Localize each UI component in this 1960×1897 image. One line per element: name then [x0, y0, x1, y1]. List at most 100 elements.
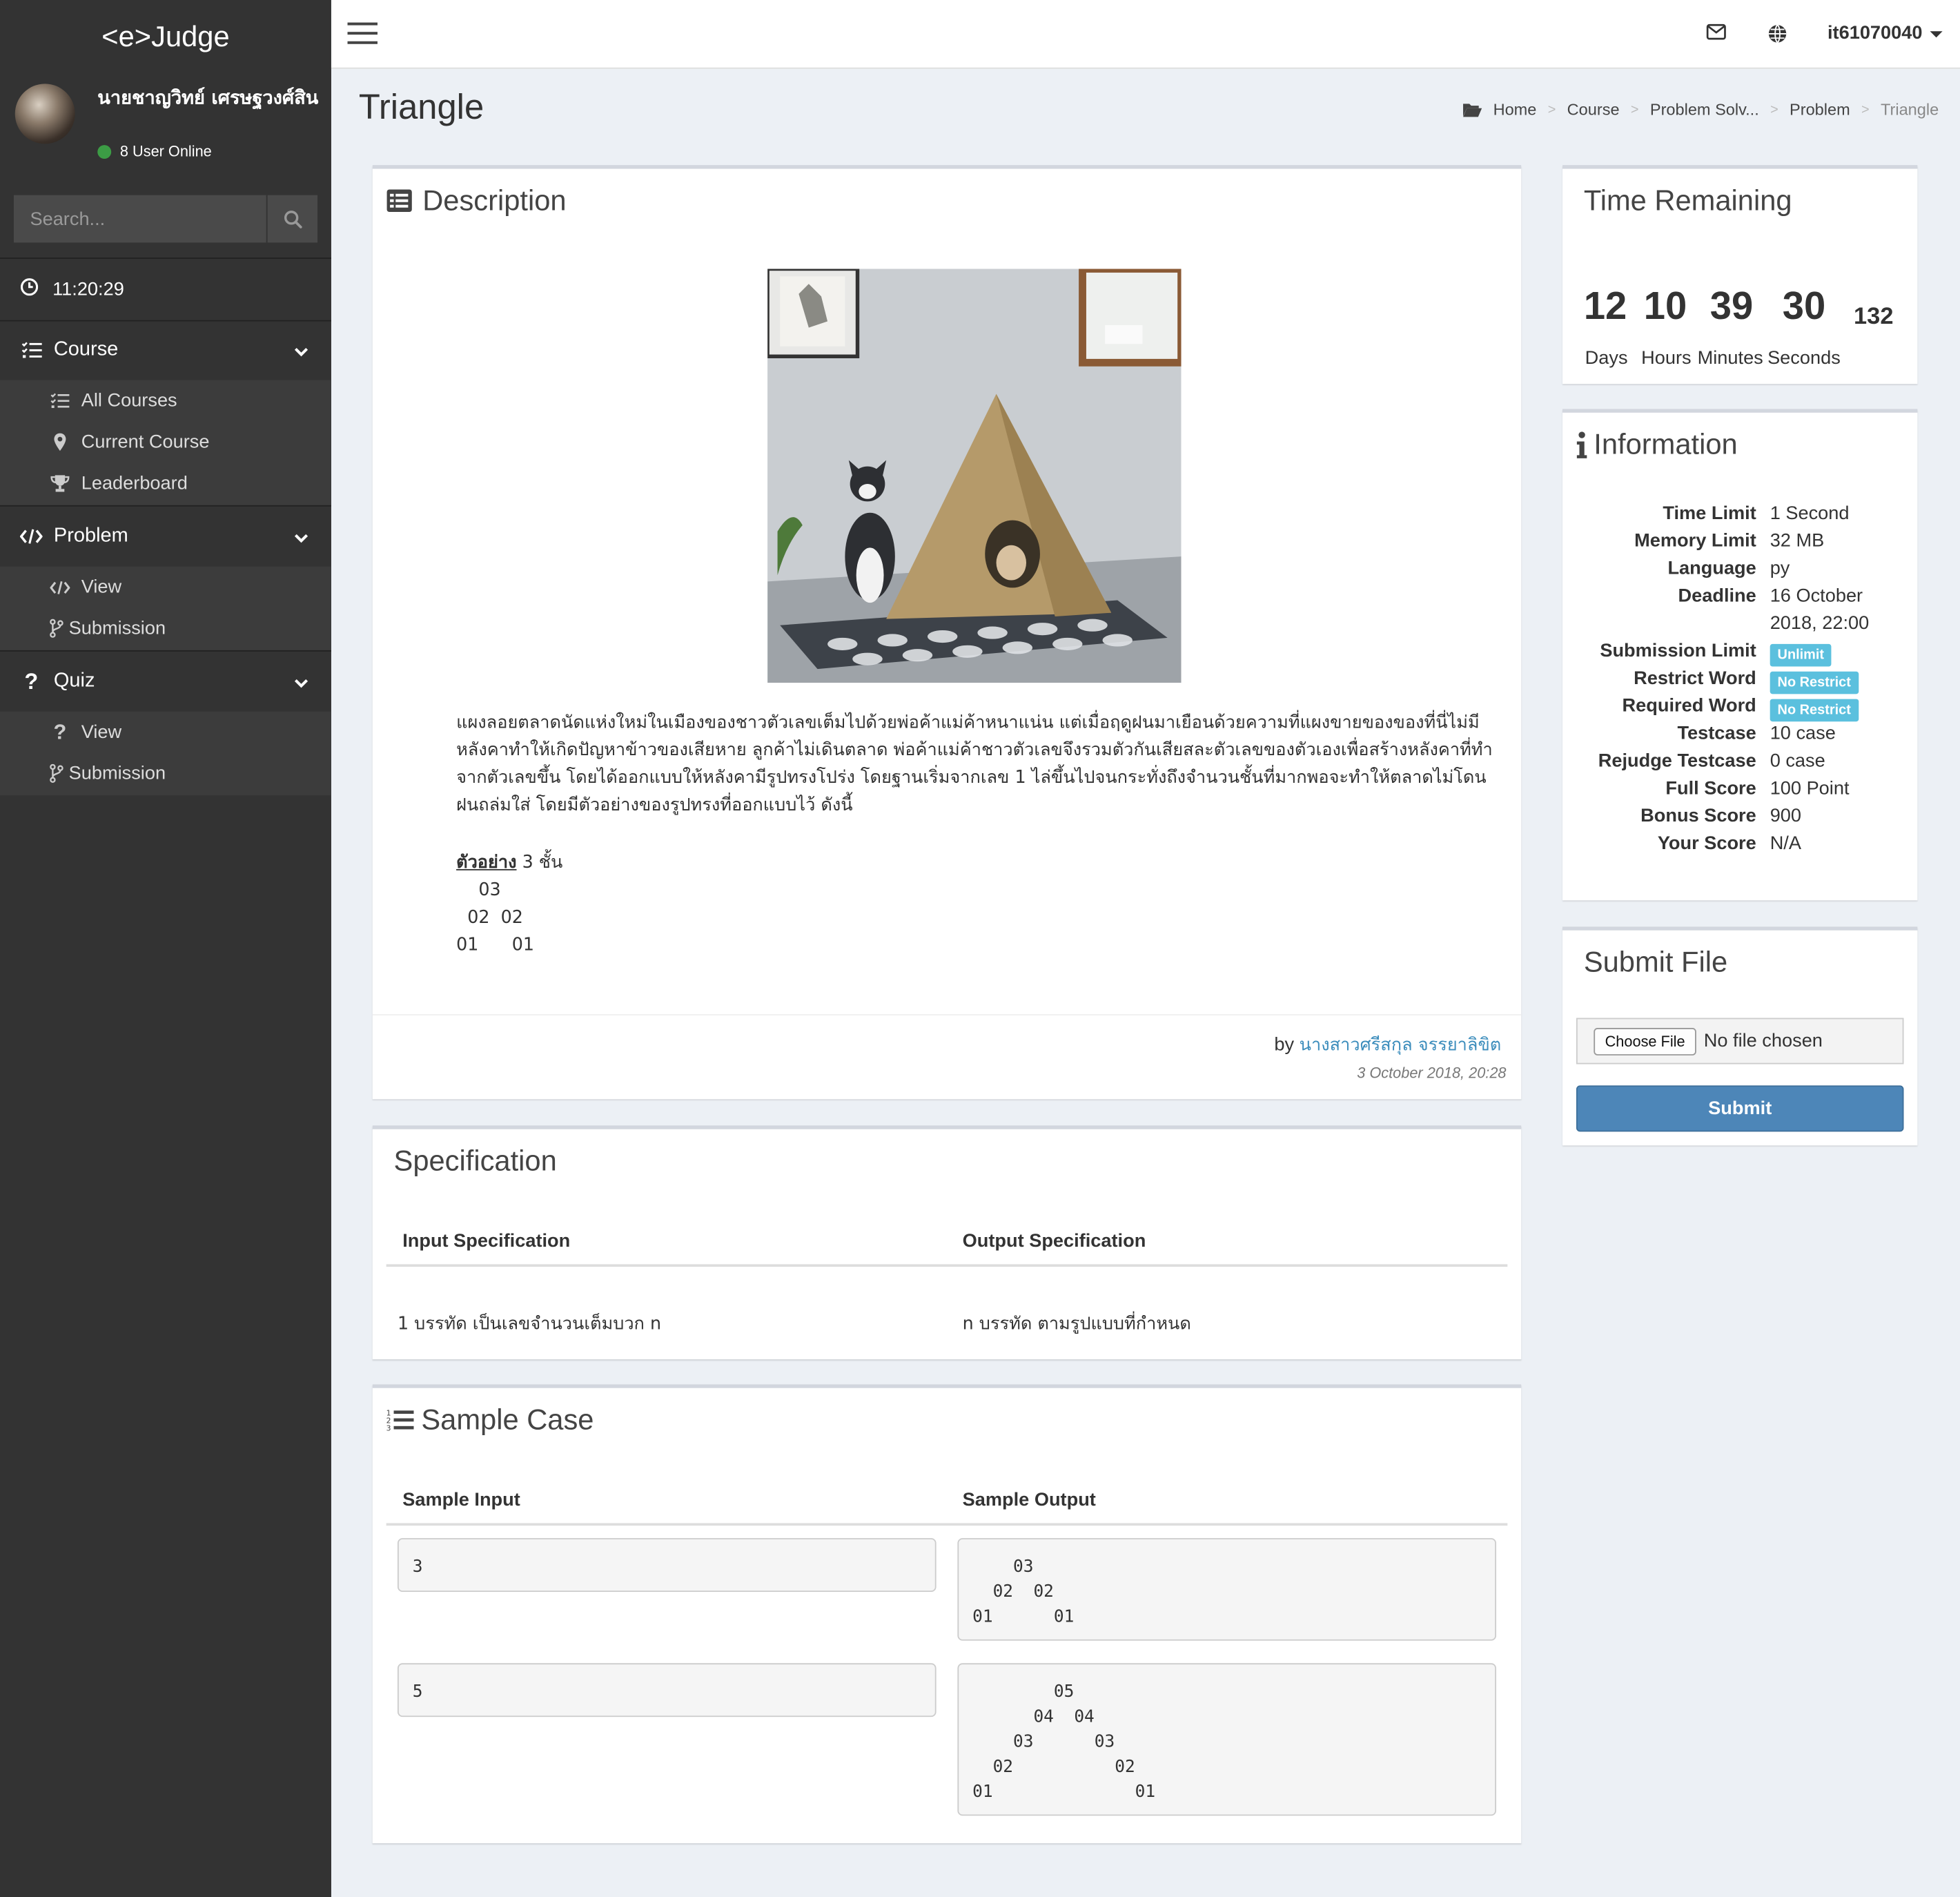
- caret-down-icon: [1930, 30, 1943, 37]
- info-row-rejudge-testcase: Rejudge Testcase 0 case: [1562, 750, 1917, 778]
- breadcrumb-separator: >: [1770, 101, 1778, 117]
- input-spec-header: Input Specification: [402, 1230, 571, 1252]
- sidebar-item-problem-submission[interactable]: Submission: [0, 607, 331, 649]
- submit-file-box: Submit File Choose File No file chosen S…: [1562, 926, 1918, 1146]
- info-key: Memory Limit: [1634, 530, 1756, 552]
- output-spec-header: Output Specification: [962, 1230, 1146, 1252]
- sidebar-item-label: Submission: [68, 762, 166, 784]
- sample-output-header: Sample Output: [962, 1489, 1096, 1511]
- globe-icon[interactable]: [1767, 23, 1787, 50]
- page-title: Triangle: [358, 87, 484, 126]
- file-input[interactable]: Choose File No file chosen: [1576, 1018, 1904, 1064]
- quiz-submenu: ? View Submission: [0, 711, 331, 796]
- sidebar-item-current-course[interactable]: Current Course: [0, 421, 331, 463]
- example-block: ตัวอย่าง 3 ชั้น 03 02 02 01 01: [456, 849, 562, 959]
- search-input[interactable]: [13, 195, 266, 243]
- avatar: [14, 84, 75, 144]
- course-submenu: All Courses Current Course Leaderboard: [0, 380, 331, 505]
- information-box: Information Time Limit 1 Second Memory Li…: [1562, 409, 1918, 901]
- user-menu[interactable]: it61070040: [1827, 23, 1943, 43]
- code-icon: [50, 578, 70, 596]
- sample-input-header: Sample Input: [402, 1489, 520, 1511]
- countdown-hours: 10: [1643, 284, 1687, 328]
- question-icon: ?: [24, 668, 39, 694]
- by-label: by: [1274, 1034, 1295, 1055]
- breadcrumb-separator: >: [1630, 101, 1639, 117]
- label-hours: Hours: [1641, 347, 1692, 369]
- submit-file-title: Submit File: [1583, 945, 1728, 978]
- info-key: Language: [1667, 557, 1756, 579]
- example-suffix: 3 ชั้น: [516, 853, 563, 873]
- sample-input-1[interactable]: 3: [397, 1538, 937, 1593]
- sidebar-item-label: Submission: [68, 617, 166, 639]
- online-status: 8 User Online: [97, 143, 212, 160]
- sample-output-1[interactable]: 03 02 02 01 01: [957, 1538, 1497, 1641]
- info-row-time-limit: Time Limit 1 Second: [1562, 503, 1917, 530]
- breadcrumb-course[interactable]: Course: [1567, 100, 1620, 119]
- table-header-divider: [386, 1523, 1508, 1526]
- problem-image: [767, 269, 1182, 683]
- breadcrumb-current: Triangle: [1881, 99, 1939, 119]
- label-minutes: Minutes: [1697, 347, 1763, 369]
- sidebar-item-problem-view[interactable]: View: [0, 567, 331, 608]
- info-row-deadline: Deadline 16 October: [1562, 585, 1917, 613]
- sidebar-menu-course[interactable]: Course: [0, 320, 331, 380]
- breadcrumb-problem-solving[interactable]: Problem Solv...: [1650, 100, 1759, 119]
- sidebar-item-leaderboard[interactable]: Leaderboard: [0, 463, 331, 504]
- submit-button[interactable]: Submit: [1576, 1085, 1904, 1132]
- info-key: Bonus Score: [1640, 805, 1756, 827]
- info-value: 1 Second: [1770, 503, 1850, 525]
- sample-input-2[interactable]: 5: [397, 1663, 937, 1718]
- info-row-deadline-cont: 2018, 22:00: [1562, 613, 1917, 641]
- breadcrumb-separator: >: [1861, 101, 1870, 117]
- breadcrumb: Home > Course > Problem Solv... > Proble…: [1462, 100, 1939, 119]
- code-fork-icon: [48, 619, 65, 638]
- info-value: 16 October: [1770, 585, 1863, 607]
- author-line: by นางสาวศรีสกุล จรรยาลิขิต: [1274, 1031, 1501, 1059]
- specification-box: Specification Input Specification Output…: [372, 1125, 1522, 1360]
- example-line: 02 02: [456, 908, 523, 928]
- sidebar-item-quiz-view[interactable]: ? View: [0, 712, 331, 753]
- information-title: Information: [1594, 427, 1738, 460]
- post-date: 3 October 2018, 20:28: [1357, 1064, 1507, 1082]
- sample-output-2[interactable]: 05 04 04 03 03 02 02 01 01: [957, 1663, 1497, 1816]
- info-key: Required Word: [1622, 695, 1756, 717]
- info-key: Submission Limit: [1600, 640, 1756, 662]
- description-box: Description แผงลอยตลาดนัดแห่งใหม่ในเมือง…: [372, 165, 1522, 1100]
- description-footer: by นางสาวศรีสกุล จรรยาลิขิต 3 October 20…: [372, 1014, 1522, 1100]
- map-marker-icon: [50, 433, 70, 451]
- countdown-days: 12: [1583, 284, 1627, 328]
- info-value: 2018, 22:00: [1770, 612, 1870, 634]
- info-key: Your Score: [1657, 833, 1756, 855]
- sidebar-item-quiz-submission[interactable]: Submission: [0, 753, 331, 795]
- search-button[interactable]: [266, 195, 318, 243]
- info-row-required-word: Required Word No Restrict: [1562, 695, 1917, 723]
- user-name: นายชาญวิทย์ เศรษฐวงศ์สิน: [97, 86, 319, 109]
- author-link[interactable]: นางสาวศรีสกุล จรรยาลิขิต: [1300, 1035, 1502, 1055]
- input-spec-text: 1 บรรทัด เป็นเลขจำนวนเต็มบวก n: [397, 1314, 662, 1334]
- info-key: Time Limit: [1663, 503, 1756, 525]
- label-seconds: Seconds: [1767, 347, 1841, 369]
- menu-toggle-icon[interactable]: [347, 21, 378, 51]
- info-key: Testcase: [1677, 723, 1756, 744]
- svg-text:3: 3: [386, 1423, 391, 1432]
- app-logo[interactable]: <e>Judge: [0, 0, 331, 69]
- info-key: Deadline: [1678, 585, 1756, 607]
- example-label: ตัวอย่าง: [456, 853, 517, 873]
- info-row-full-score: Full Score 100 Point: [1562, 778, 1917, 806]
- file-status: No file chosen: [1703, 1030, 1823, 1052]
- sidebar-menu-quiz[interactable]: ? Quiz: [0, 652, 331, 712]
- info-icon: [1576, 431, 1587, 458]
- info-row-submission-limit: Submission Limit Unlimit: [1562, 640, 1917, 668]
- chevron-down-icon: [294, 673, 309, 696]
- sidebar-item-all-courses[interactable]: All Courses: [0, 380, 331, 422]
- code-icon: [19, 527, 43, 545]
- breadcrumb-problem[interactable]: Problem: [1790, 100, 1850, 119]
- description-header: Description: [386, 184, 567, 217]
- breadcrumb-home[interactable]: Home: [1493, 100, 1537, 119]
- server-clock: 11:20:29: [0, 257, 331, 322]
- sidebar-menu-problem[interactable]: Problem: [0, 507, 331, 567]
- envelope-icon[interactable]: [1706, 23, 1726, 46]
- choose-file-button[interactable]: Choose File: [1594, 1027, 1696, 1055]
- countdown-seconds: 30: [1782, 284, 1826, 328]
